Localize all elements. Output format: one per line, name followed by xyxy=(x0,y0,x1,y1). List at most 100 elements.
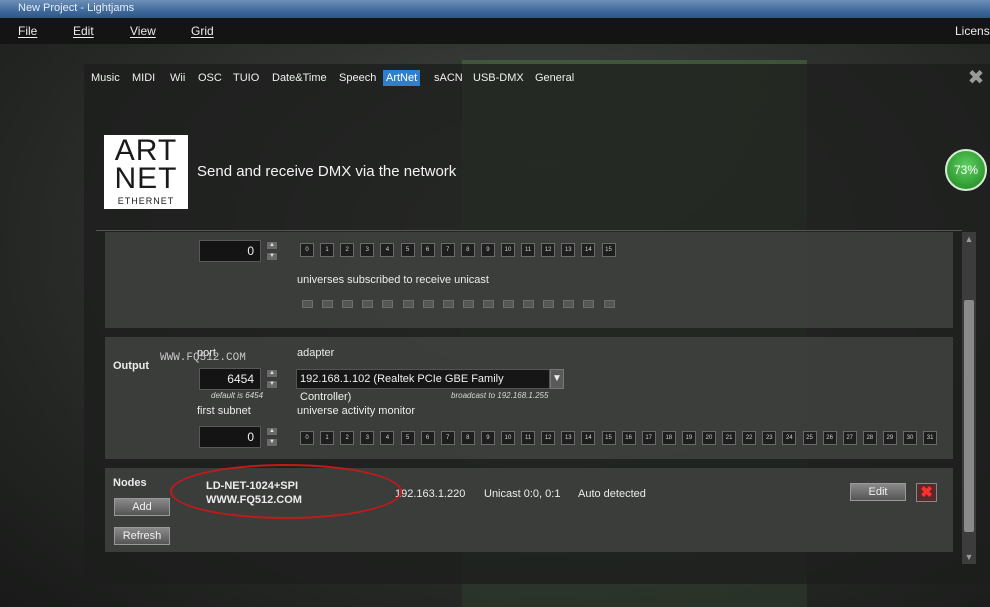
menu-file[interactable]: File xyxy=(18,24,37,38)
menu-license[interactable]: License xyxy=(955,24,990,38)
title-bar: New Project - Lightjams xyxy=(0,0,990,18)
node-ip: 192.163.1.220 xyxy=(395,488,466,500)
output-universe-box-7: 7 xyxy=(440,431,455,445)
input-universe-box-0: 0 xyxy=(300,243,314,257)
output-universe-box-24: 24 xyxy=(782,431,797,445)
close-icon[interactable]: ✖ xyxy=(966,68,986,88)
tab-usb-dmx[interactable]: USB-DMX xyxy=(470,70,527,86)
input-universe-box-10: 10 xyxy=(501,243,515,257)
chevron-down-icon[interactable]: ▼ xyxy=(550,369,564,389)
menu-view[interactable]: View xyxy=(130,24,156,38)
output-universe-box-28: 28 xyxy=(862,431,877,445)
output-universe-box-31: 31 xyxy=(923,431,938,445)
refresh-nodes-button[interactable]: Refresh xyxy=(114,527,170,545)
output-universe-box-21: 21 xyxy=(722,431,737,445)
unicast-toggle-6[interactable] xyxy=(422,300,434,308)
output-universe-box-25: 25 xyxy=(802,431,817,445)
output-universe-box-8: 8 xyxy=(460,431,475,445)
unicast-toggle-12[interactable] xyxy=(543,300,555,308)
port-up-button[interactable]: ▲ xyxy=(266,369,278,378)
input-universe-box-3: 3 xyxy=(360,243,375,257)
output-label: Output xyxy=(113,360,150,372)
unicast-toggle-11[interactable] xyxy=(523,300,535,308)
input-universe-box-12: 12 xyxy=(541,243,556,257)
scroll-up-icon[interactable]: ▲ xyxy=(962,233,976,245)
broadcast-note: broadcast to 192.168.1.255 xyxy=(451,391,549,400)
output-universe-box-18: 18 xyxy=(661,431,676,445)
tab-osc[interactable]: OSC xyxy=(195,70,225,86)
tab-sacn[interactable]: sACN xyxy=(431,70,466,86)
input-universe-box-4: 4 xyxy=(380,243,395,257)
output-universe-box-5: 5 xyxy=(400,431,415,445)
input-universe-box-5: 5 xyxy=(400,243,415,257)
first-subnet-up-button[interactable]: ▲ xyxy=(266,427,278,436)
output-universe-box-22: 22 xyxy=(742,431,757,445)
tab-wii[interactable]: Wii xyxy=(167,70,188,86)
output-universe-box-6: 6 xyxy=(420,431,435,445)
logo-line-1: ART xyxy=(114,134,178,167)
unicast-toggle-8[interactable] xyxy=(462,300,474,308)
activity-monitor-label: universe activity monitor xyxy=(297,405,415,417)
tab-midi[interactable]: MIDI xyxy=(129,70,158,86)
output-universe-box-16: 16 xyxy=(621,431,636,445)
output-universe-box-19: 19 xyxy=(681,431,696,445)
unicast-toggle-5[interactable] xyxy=(402,300,414,308)
output-universe-box-15: 15 xyxy=(601,431,616,445)
unicast-toggle-3[interactable] xyxy=(362,300,374,308)
input-subnet-up-button[interactable]: ▲ xyxy=(266,241,278,250)
add-node-button[interactable]: Add xyxy=(114,498,170,516)
progress-indicator: 73% xyxy=(945,149,987,191)
artnet-logo: ART NET ETHERNET xyxy=(104,135,188,209)
output-universe-box-3: 3 xyxy=(360,431,375,445)
edit-node-button[interactable]: Edit xyxy=(850,483,906,501)
adapter-select[interactable]: 192.168.1.102 (Realtek PCIe GBE Family C… xyxy=(296,369,550,403)
port-down-button[interactable]: ▼ xyxy=(266,380,278,389)
unicast-toggle-13[interactable] xyxy=(563,300,575,308)
first-subnet-field[interactable]: 0 xyxy=(199,426,261,448)
unicast-toggle-15[interactable] xyxy=(603,300,615,308)
tab-music[interactable]: Music xyxy=(88,70,123,86)
unicast-toggle-10[interactable] xyxy=(503,300,514,308)
input-subnet-field[interactable]: 0 xyxy=(199,240,261,262)
output-universe-box-4: 4 xyxy=(380,431,395,445)
annotation-ellipse xyxy=(170,464,402,519)
output-universe-box-30: 30 xyxy=(903,431,917,445)
scroll-down-icon[interactable]: ▼ xyxy=(962,551,976,563)
unicast-toggle-14[interactable] xyxy=(583,300,595,308)
tab-tuio[interactable]: TUIO xyxy=(230,70,262,86)
input-universe-box-13: 13 xyxy=(561,243,576,257)
tab-general[interactable]: General xyxy=(532,70,577,86)
input-universe-box-11: 11 xyxy=(521,243,536,257)
menu-grid[interactable]: Grid xyxy=(191,24,214,38)
output-universe-box-0: 0 xyxy=(300,431,314,445)
node-unicast: Unicast 0:0, 0:1 xyxy=(484,488,561,500)
logo-line-3: ETHERNET xyxy=(117,196,175,206)
unicast-toggle-9[interactable] xyxy=(482,300,494,308)
adapter-label: adapter xyxy=(297,347,335,359)
port-field[interactable]: 6454 xyxy=(199,368,261,390)
input-universe-box-7: 7 xyxy=(440,243,455,257)
port-default-note: default is 6454 xyxy=(211,391,264,400)
scrollbar-thumb[interactable] xyxy=(964,300,974,532)
output-universe-box-10: 10 xyxy=(501,431,515,445)
tab-artnet[interactable]: ArtNet xyxy=(383,70,421,86)
tab-datetime[interactable]: Date&Time xyxy=(269,70,330,86)
tab-speech[interactable]: Speech xyxy=(336,70,379,86)
unicast-toggle-4[interactable] xyxy=(382,300,394,308)
unicast-toggle-2[interactable] xyxy=(342,300,354,308)
unicast-toggle-7[interactable] xyxy=(442,300,454,308)
delete-node-button[interactable]: ✖ xyxy=(916,483,937,502)
menu-edit[interactable]: Edit xyxy=(73,24,94,38)
input-subnet-down-button[interactable]: ▼ xyxy=(266,252,278,261)
node-status: Auto detected xyxy=(578,488,646,500)
input-universe-box-14: 14 xyxy=(581,243,596,257)
section-divider xyxy=(96,230,962,231)
input-universe-box-6: 6 xyxy=(420,243,435,257)
output-universe-box-29: 29 xyxy=(882,431,897,445)
input-universe-box-9: 9 xyxy=(480,243,495,257)
nodes-label: Nodes xyxy=(113,477,147,489)
unicast-toggle-1[interactable] xyxy=(322,300,334,308)
window-title: New Project - Lightjams xyxy=(18,2,135,14)
unicast-toggle-0[interactable] xyxy=(302,300,313,308)
first-subnet-down-button[interactable]: ▼ xyxy=(266,438,278,447)
